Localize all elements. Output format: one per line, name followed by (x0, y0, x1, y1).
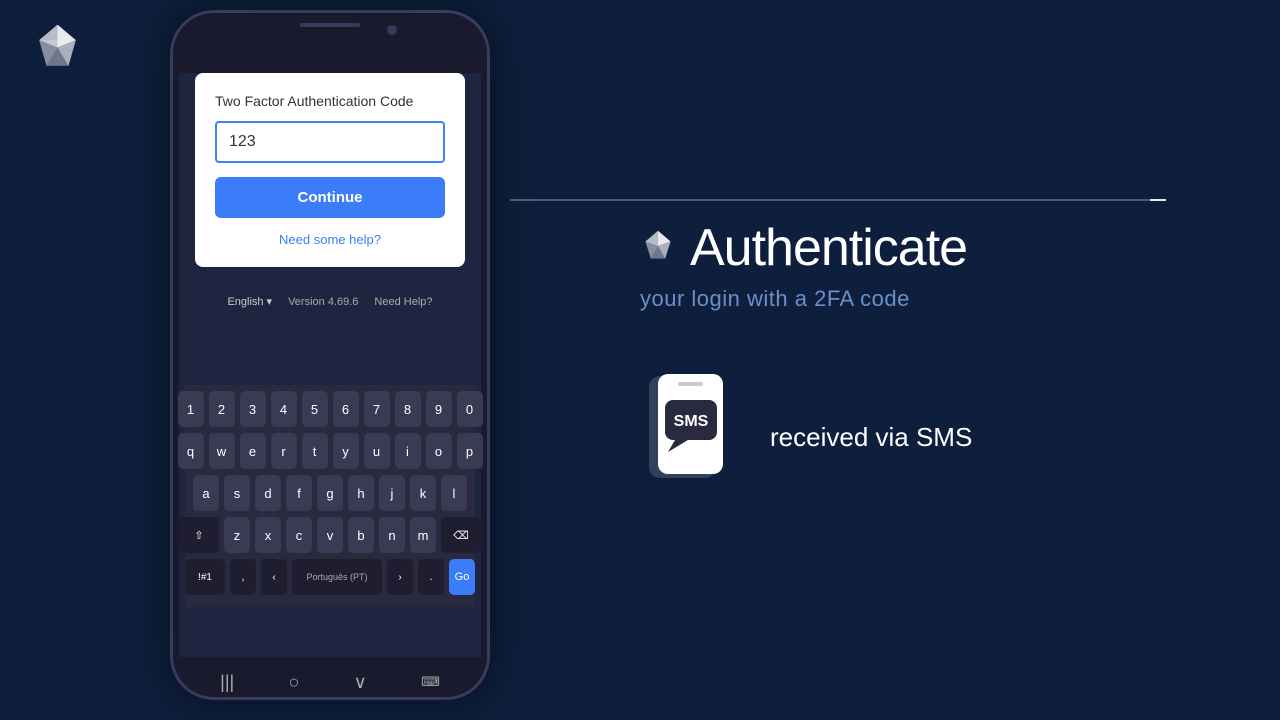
key-z[interactable]: z (224, 517, 250, 553)
key-language[interactable]: Português (PT) (292, 559, 382, 595)
key-i[interactable]: i (395, 433, 421, 469)
dialog-title: Two Factor Authentication Code (215, 93, 445, 109)
dropdown-icon: ▾ (267, 295, 273, 308)
key-q[interactable]: q (178, 433, 204, 469)
key-p[interactable]: p (457, 433, 483, 469)
key-9[interactable]: 9 (426, 391, 452, 427)
key-5[interactable]: 5 (302, 391, 328, 427)
key-b[interactable]: b (348, 517, 374, 553)
keyboard-row-numbers: 1 2 3 4 5 6 7 8 9 0 (189, 391, 471, 427)
language-selector[interactable]: English ▾ (227, 295, 272, 308)
keyboard-row-asdf: a s d f g h j k l (189, 475, 471, 511)
key-y[interactable]: y (333, 433, 359, 469)
need-help-footer[interactable]: Need Help? (374, 296, 432, 308)
authenticate-title: Authenticate (690, 218, 967, 278)
phone-bottom-nav: ||| ○ ∨ ⌨ (173, 657, 487, 700)
key-m[interactable]: m (410, 517, 436, 553)
authenticate-section: Authenticate your login with a 2FA code (640, 218, 1200, 312)
key-l[interactable]: l (441, 475, 467, 511)
version-text: Version 4.69.6 (288, 296, 358, 308)
key-3[interactable]: 3 (240, 391, 266, 427)
nav-recents[interactable]: ∨ (354, 672, 367, 693)
key-j[interactable]: j (379, 475, 405, 511)
nav-home[interactable]: ○ (288, 672, 299, 693)
keyboard: 1 2 3 4 5 6 7 8 9 0 q w e r t (185, 385, 475, 607)
key-6[interactable]: 6 (333, 391, 359, 427)
key-backspace[interactable]: ⌫ (441, 517, 481, 553)
key-w[interactable]: w (209, 433, 235, 469)
key-r[interactable]: r (271, 433, 297, 469)
key-2[interactable]: 2 (209, 391, 235, 427)
phone-footer: English ▾ Version 4.69.6 Need Help? (179, 287, 481, 316)
2fa-dialog: Two Factor Authentication Code Continue … (195, 73, 465, 267)
key-x[interactable]: x (255, 517, 281, 553)
key-lang-left[interactable]: ‹ (261, 559, 287, 595)
key-4[interactable]: 4 (271, 391, 297, 427)
svg-text:SMS: SMS (674, 413, 709, 430)
code-input[interactable] (215, 121, 445, 163)
key-n[interactable]: n (379, 517, 405, 553)
authenticate-subtitle: your login with a 2FA code (640, 286, 1200, 312)
key-c[interactable]: c (286, 517, 312, 553)
phone-mockup: Two Factor Authentication Code Continue … (170, 10, 490, 700)
key-o[interactable]: o (426, 433, 452, 469)
need-help-link[interactable]: Need some help? (215, 232, 445, 247)
key-8[interactable]: 8 (395, 391, 421, 427)
nav-keyboard[interactable]: ⌨ (421, 674, 440, 690)
key-lang-right[interactable]: › (387, 559, 413, 595)
sms-section: SMS received via SMS (640, 372, 1200, 502)
language-label: English (227, 296, 263, 308)
key-g[interactable]: g (317, 475, 343, 511)
sms-label: received via SMS (770, 422, 972, 453)
sms-phone-icon: SMS (640, 372, 740, 502)
key-d[interactable]: d (255, 475, 281, 511)
app-logo (30, 20, 90, 80)
key-f[interactable]: f (286, 475, 312, 511)
key-shift[interactable]: ⇧ (179, 517, 219, 553)
keyboard-row-qwerty: q w e r t y u i o p (189, 433, 471, 469)
key-0[interactable]: 0 (457, 391, 483, 427)
key-h[interactable]: h (348, 475, 374, 511)
key-comma[interactable]: , (230, 559, 256, 595)
keyboard-row-bottom: !#1 , ‹ Português (PT) › . Go (189, 559, 471, 595)
key-s[interactable]: s (224, 475, 250, 511)
key-numbers[interactable]: !#1 (185, 559, 225, 595)
key-e[interactable]: e (240, 433, 266, 469)
auth-title-row: Authenticate (640, 218, 1200, 278)
key-k[interactable]: k (410, 475, 436, 511)
key-v[interactable]: v (317, 517, 343, 553)
continue-button[interactable]: Continue (215, 177, 445, 218)
key-7[interactable]: 7 (364, 391, 390, 427)
key-1[interactable]: 1 (178, 391, 204, 427)
key-t[interactable]: t (302, 433, 328, 469)
key-a[interactable]: a (193, 475, 219, 511)
right-panel: Authenticate your login with a 2FA code … (560, 0, 1280, 720)
key-u[interactable]: u (364, 433, 390, 469)
auth-gem-icon (640, 228, 676, 269)
key-go[interactable]: Go (449, 559, 475, 595)
keyboard-row-zxcv: ⇧ z x c v b n m ⌫ (189, 517, 471, 553)
key-period[interactable]: . (418, 559, 444, 595)
nav-back[interactable]: ||| (220, 672, 234, 693)
